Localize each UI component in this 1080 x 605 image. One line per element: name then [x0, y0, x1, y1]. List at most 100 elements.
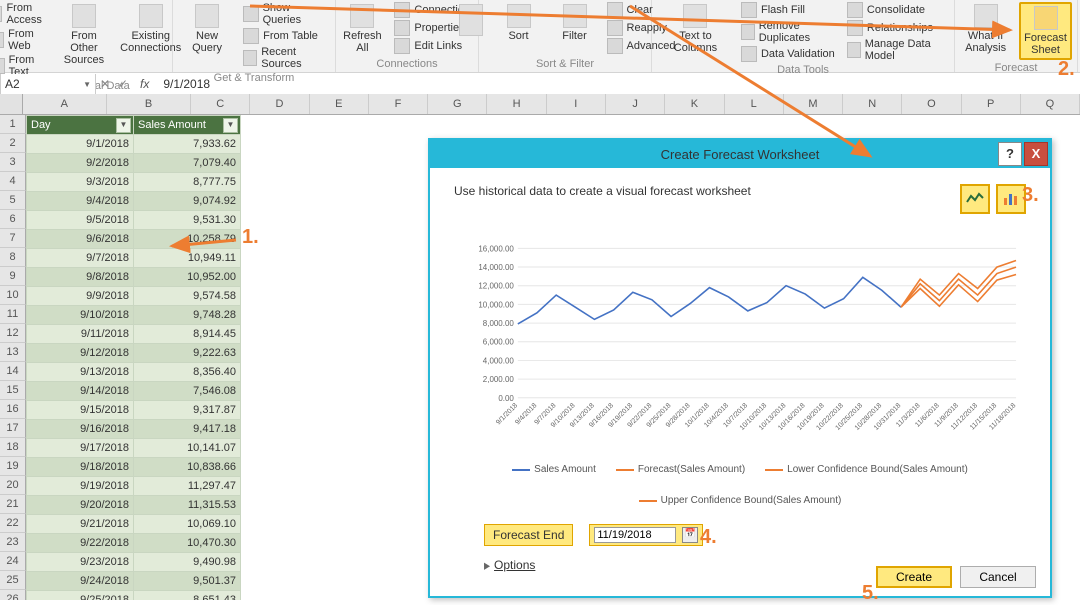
table-row[interactable]: 9/14/20187,546.08 — [27, 382, 241, 401]
cell-amount[interactable]: 10,069.10 — [134, 515, 241, 534]
col-header[interactable]: I — [547, 94, 606, 114]
table-row[interactable]: 9/15/20189,317.87 — [27, 401, 241, 420]
row-header[interactable]: 22 — [0, 514, 26, 533]
cell-day[interactable]: 9/6/2018 — [27, 230, 134, 249]
table-row[interactable]: 9/16/20189,417.18 — [27, 420, 241, 439]
table-row[interactable]: 9/1/20187,933.62 — [27, 135, 241, 154]
table-row[interactable]: 9/18/201810,838.66 — [27, 458, 241, 477]
from-web[interactable]: From Web — [0, 28, 47, 52]
cell-amount[interactable]: 8,777.75 — [134, 173, 241, 192]
cell-amount[interactable]: 10,258.79 — [134, 230, 241, 249]
col-header[interactable]: E — [310, 94, 369, 114]
create-button[interactable]: Create — [876, 566, 952, 588]
col-header[interactable]: J — [606, 94, 665, 114]
col-header[interactable]: O — [902, 94, 961, 114]
cell-amount[interactable]: 10,141.07 — [134, 439, 241, 458]
cell-day[interactable]: 9/20/2018 — [27, 496, 134, 515]
cell-day[interactable]: 9/4/2018 — [27, 192, 134, 211]
col-header[interactable]: M — [784, 94, 843, 114]
cell-day[interactable]: 9/13/2018 — [27, 363, 134, 382]
table-row[interactable]: 9/17/201810,141.07 — [27, 439, 241, 458]
cell-day[interactable]: 9/12/2018 — [27, 344, 134, 363]
filter-drop-icon[interactable]: ▼ — [223, 118, 238, 133]
col-header[interactable]: D — [250, 94, 309, 114]
cell-amount[interactable]: 9,490.98 — [134, 553, 241, 572]
table-row[interactable]: 9/23/20189,490.98 — [27, 553, 241, 572]
close-button[interactable]: X — [1024, 142, 1048, 166]
table-row[interactable]: 9/24/20189,501.37 — [27, 572, 241, 591]
show-queries[interactable]: Show Queries — [243, 2, 329, 26]
cell-day[interactable]: 9/18/2018 — [27, 458, 134, 477]
row-header[interactable]: 15 — [0, 381, 26, 400]
col-header[interactable]: P — [962, 94, 1021, 114]
row-header[interactable]: 11 — [0, 305, 26, 324]
row-header[interactable]: 1 — [0, 115, 26, 134]
line-chart-icon[interactable] — [960, 184, 990, 214]
row-header[interactable]: 5 — [0, 191, 26, 210]
table-row[interactable]: 9/10/20189,748.28 — [27, 306, 241, 325]
row-header[interactable]: 16 — [0, 400, 26, 419]
cell-day[interactable]: 9/8/2018 — [27, 268, 134, 287]
row-header[interactable]: 25 — [0, 571, 26, 590]
cell-amount[interactable]: 10,952.00 — [134, 268, 241, 287]
col-header[interactable]: Q — [1021, 94, 1080, 114]
table-row[interactable]: 9/7/201810,949.11 — [27, 249, 241, 268]
cancel-button[interactable]: Cancel — [960, 566, 1036, 588]
col-header[interactable]: F — [369, 94, 428, 114]
existing-connections[interactable]: Existing Connections — [121, 2, 181, 56]
cell-amount[interactable]: 9,748.28 — [134, 306, 241, 325]
row-header[interactable]: 13 — [0, 343, 26, 362]
flash-fill[interactable]: Flash Fill — [741, 2, 839, 18]
cell-day[interactable]: 9/10/2018 — [27, 306, 134, 325]
col-header[interactable]: N — [843, 94, 902, 114]
from-table[interactable]: From Table — [243, 28, 329, 44]
col-header[interactable]: B — [107, 94, 191, 114]
table-row[interactable]: 9/22/201810,470.30 — [27, 534, 241, 553]
cell-day[interactable]: 9/19/2018 — [27, 477, 134, 496]
cell-amount[interactable]: 8,914.45 — [134, 325, 241, 344]
what-if[interactable]: What-If Analysis — [960, 2, 1011, 56]
cell-amount[interactable]: 7,079.40 — [134, 154, 241, 173]
row-header[interactable]: 3 — [0, 153, 26, 172]
filter-drop-icon[interactable]: ▼ — [116, 118, 131, 133]
data-validation[interactable]: Data Validation — [741, 46, 839, 62]
name-box[interactable]: A2▼ — [0, 74, 96, 94]
calendar-icon[interactable]: 📅 — [682, 527, 698, 543]
consolidate[interactable]: Consolidate — [847, 2, 948, 18]
cell-amount[interactable]: 11,297.47 — [134, 477, 241, 496]
col-header[interactable]: G — [428, 94, 487, 114]
data-model[interactable]: Manage Data Model — [847, 38, 948, 62]
table-row[interactable]: 9/13/20188,356.40 — [27, 363, 241, 382]
col-header[interactable]: A — [23, 94, 107, 114]
row-header[interactable]: 12 — [0, 324, 26, 343]
row-header[interactable]: 2 — [0, 134, 26, 153]
cell-amount[interactable]: 9,531.30 — [134, 211, 241, 230]
cancel-icon[interactable]: ✕ — [96, 77, 114, 91]
forecast-sheet-button[interactable]: Forecast Sheet — [1019, 2, 1072, 60]
cell-amount[interactable]: 8,651.43 — [134, 591, 241, 601]
relationships[interactable]: Relationships — [847, 20, 948, 36]
row-header[interactable]: 6 — [0, 210, 26, 229]
col-header[interactable]: K — [665, 94, 724, 114]
table-row[interactable]: 9/9/20189,574.58 — [27, 287, 241, 306]
recent-sources[interactable]: Recent Sources — [243, 46, 329, 70]
cell-day[interactable]: 9/14/2018 — [27, 382, 134, 401]
cell-amount[interactable]: 10,470.30 — [134, 534, 241, 553]
row-header[interactable]: 14 — [0, 362, 26, 381]
table-row[interactable]: 9/11/20188,914.45 — [27, 325, 241, 344]
table-row[interactable]: 9/4/20189,074.92 — [27, 192, 241, 211]
cell-day[interactable]: 9/3/2018 — [27, 173, 134, 192]
cell-day[interactable]: 9/5/2018 — [27, 211, 134, 230]
from-other-sources[interactable]: From Other Sources — [55, 2, 113, 68]
table-row[interactable]: 9/25/20188,651.43 — [27, 591, 241, 601]
cell-day[interactable]: 9/2/2018 — [27, 154, 134, 173]
cell-day[interactable]: 9/21/2018 — [27, 515, 134, 534]
cell-day[interactable]: 9/24/2018 — [27, 572, 134, 591]
table-row[interactable]: 9/12/20189,222.63 — [27, 344, 241, 363]
fx-label[interactable]: fx — [132, 77, 157, 91]
table-row[interactable]: 9/8/201810,952.00 — [27, 268, 241, 287]
filter[interactable]: Filter — [551, 2, 599, 44]
cell-amount[interactable]: 8,356.40 — [134, 363, 241, 382]
col-header[interactable]: C — [191, 94, 250, 114]
row-header[interactable]: 4 — [0, 172, 26, 191]
